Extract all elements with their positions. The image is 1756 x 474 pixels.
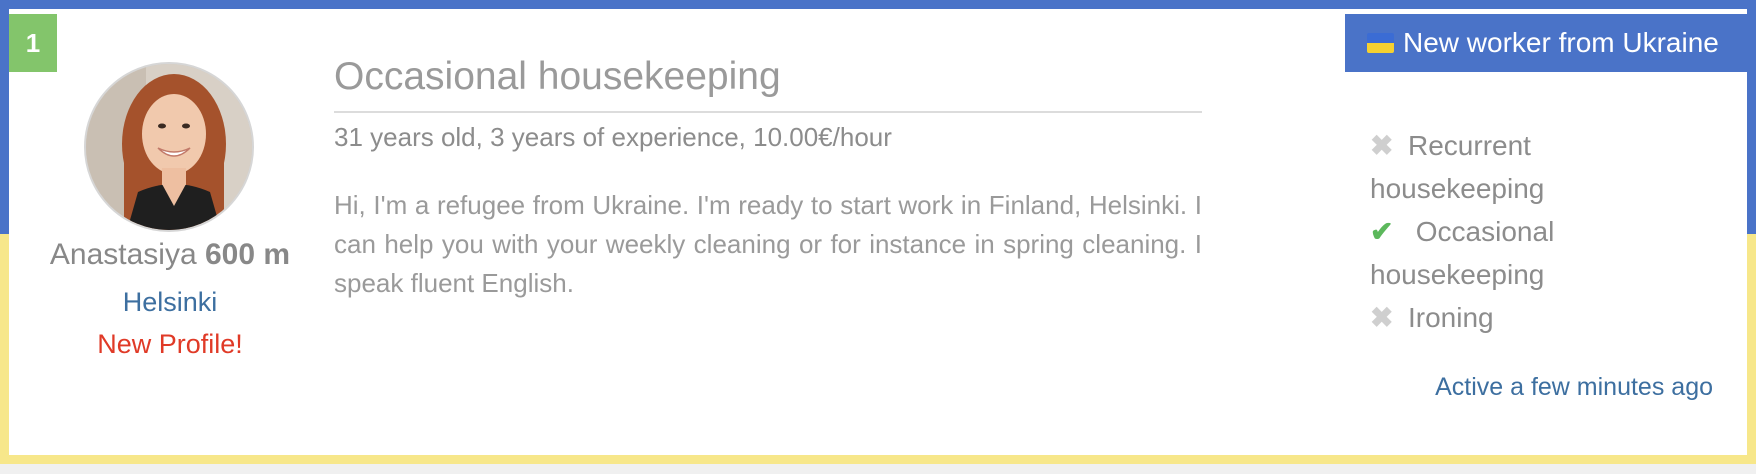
worker-name: Anastasiya 600 m <box>20 238 320 272</box>
last-active-status: Active a few minutes ago <box>1435 373 1713 401</box>
worker-card[interactable]: 1 New worker from Ukraine Anastasiya 600… <box>0 0 1756 464</box>
ukraine-worker-badge: New worker from Ukraine <box>1345 14 1747 72</box>
avatar[interactable] <box>84 62 254 232</box>
distance: 600 m <box>205 238 291 271</box>
service-item: ✖ Recurrent housekeeping <box>1370 124 1710 210</box>
first-name: Anastasiya <box>49 238 197 271</box>
job-title[interactable]: Occasional housekeeping <box>334 55 781 99</box>
service-label: Ironing <box>1408 302 1494 333</box>
cross-icon: ✖ <box>1370 130 1394 161</box>
ukraine-flag-icon <box>1367 33 1394 53</box>
worker-description: Hi, I'm a refugee from Ukraine. I'm read… <box>334 190 1202 298</box>
ukraine-badge-label: New worker from Ukraine <box>1403 27 1719 58</box>
worker-summary: 31 years old, 3 years of experience, 10.… <box>334 122 892 152</box>
cross-icon: ✖ <box>1370 302 1394 333</box>
rank-badge: 1 <box>9 14 57 72</box>
new-profile-label: New Profile! <box>97 329 243 359</box>
service-item: ✔ Occasional housekeeping <box>1370 210 1710 296</box>
title-divider <box>334 111 1202 113</box>
services-list: ✖ Recurrent housekeeping ✔ Occasional hou… <box>1370 124 1710 339</box>
service-item: ✖ Ironing <box>1370 296 1710 339</box>
city-link[interactable]: Helsinki <box>20 287 320 318</box>
check-icon: ✔ <box>1370 216 1394 247</box>
